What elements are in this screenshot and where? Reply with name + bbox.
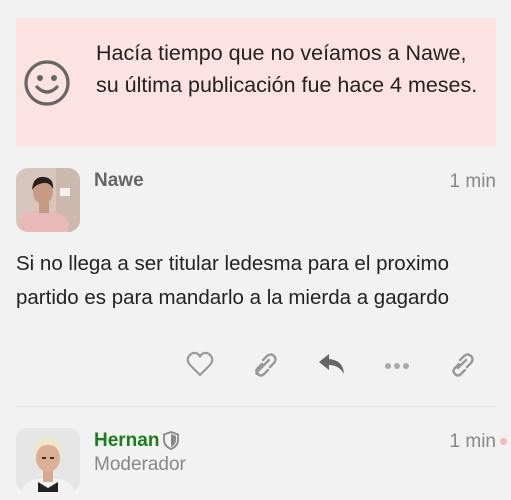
- avatar[interactable]: [16, 428, 80, 492]
- reply-button[interactable]: [315, 349, 349, 383]
- inactive-user-notice: Hacía tiempo que no veíamos a Nawe, su ú…: [16, 18, 496, 146]
- post-timestamp[interactable]: 1 min: [400, 431, 496, 453]
- more-button[interactable]: [380, 349, 414, 383]
- post-actions: [0, 349, 511, 385]
- post-body: Si no llega a ser titular ledesma para e…: [16, 252, 450, 309]
- like-button[interactable]: [183, 349, 217, 383]
- reply-icon: [317, 351, 347, 382]
- shield-icon: [163, 431, 179, 455]
- notice-message: Hacía tiempo que no veíamos a Nawe, su ú…: [96, 41, 478, 97]
- unread-indicator: [500, 438, 507, 445]
- post-username[interactable]: Nawe: [94, 170, 144, 192]
- copy-link-button[interactable]: [248, 349, 282, 383]
- post-username[interactable]: Hernan: [94, 430, 159, 452]
- link-icon: [252, 351, 278, 382]
- more-icon: [384, 357, 410, 375]
- topic-page: Hacía tiempo que no veíamos a Nawe, su ú…: [0, 0, 511, 500]
- link-icon: [449, 351, 475, 382]
- post-divider: [16, 406, 496, 407]
- user-role: Moderador: [94, 454, 186, 475]
- smile-icon: [23, 59, 71, 107]
- post-timestamp[interactable]: 1 min: [400, 171, 496, 193]
- share-link-button[interactable]: [445, 349, 479, 383]
- avatar[interactable]: [16, 168, 80, 232]
- heart-icon: [186, 351, 214, 382]
